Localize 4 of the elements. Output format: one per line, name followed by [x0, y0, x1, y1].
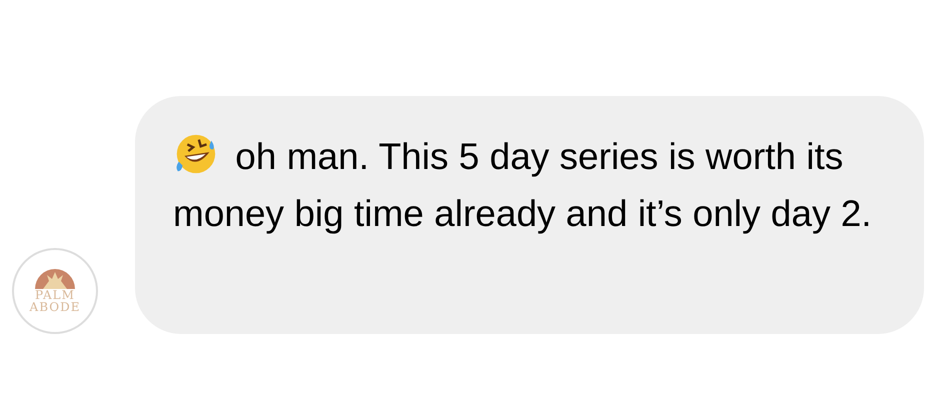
logo-text: PALM — [35, 289, 75, 301]
logo-text: ABODE — [30, 301, 80, 313]
sun-icon — [35, 269, 75, 289]
message-text: oh man. This 5 day series is worth its money big time already and it’s only day 2. — [173, 128, 883, 242]
